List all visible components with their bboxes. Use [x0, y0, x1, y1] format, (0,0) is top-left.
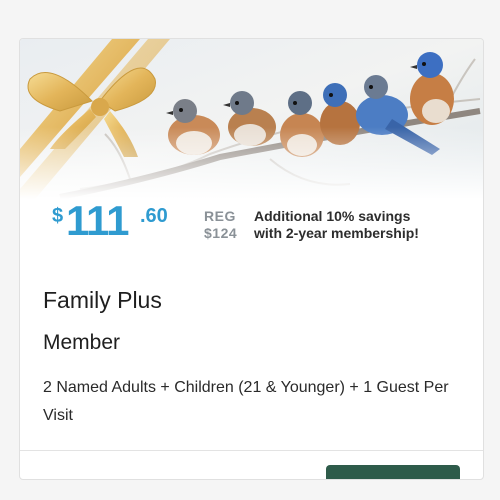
membership-card: $ 111 .60 REG $124 Additional 10% saving…: [19, 38, 484, 480]
membership-subtitle: Member: [43, 331, 121, 354]
membership-action-button[interactable]: [326, 465, 460, 479]
price-cents: .60: [140, 205, 168, 227]
currency-symbol: $: [52, 205, 64, 227]
hero-image-bluebirds: [20, 39, 483, 199]
savings-line-1: Additional 10% savings: [254, 208, 411, 224]
membership-title: Family Plus: [43, 287, 162, 313]
regular-price-value: $124: [204, 225, 238, 241]
savings-line-2: with 2-year membership!: [254, 225, 419, 241]
price-banner: $ 111 .60 REG $124 Additional 10% saving…: [20, 197, 483, 252]
divider: [20, 450, 483, 451]
membership-description: 2 Named Adults + Children (21 & Younger)…: [43, 379, 449, 424]
price-whole: 111: [66, 197, 129, 244]
savings-note: Additional 10% savings with 2-year membe…: [254, 208, 419, 242]
regular-price: REG $124: [204, 208, 237, 242]
regular-price-label: REG: [204, 208, 236, 224]
